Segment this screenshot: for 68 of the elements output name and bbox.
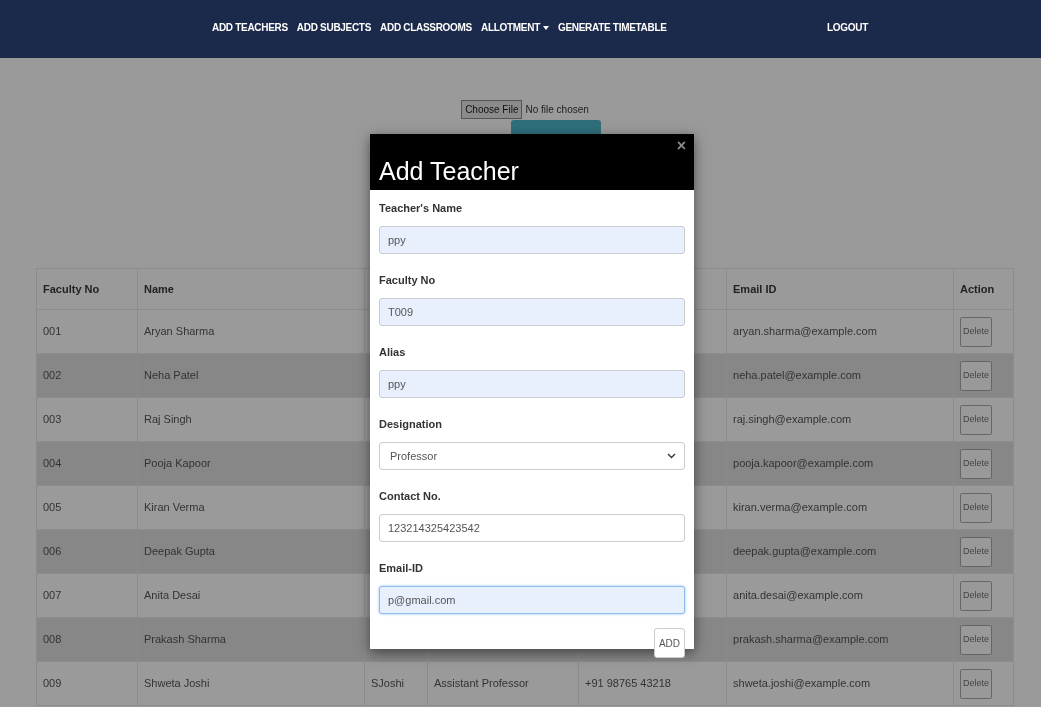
table-cell: SJoshi [364, 661, 428, 706]
field-label: Faculty No [379, 273, 437, 288]
table-cell: Aryan Sharma [137, 309, 365, 354]
delete-button[interactable]: Delete [960, 360, 992, 391]
table-cell: 001 [36, 309, 138, 354]
table-cell: Kiran Verma [137, 485, 365, 530]
table-cell: 002 [36, 353, 138, 398]
delete-button[interactable]: Delete [960, 404, 992, 435]
file-status: No file chosen [525, 103, 589, 117]
table-cell: Neha Patel [137, 353, 365, 398]
table-cell: 004 [36, 441, 138, 486]
caret-icon [542, 25, 549, 30]
table-cell: neha.patel@example.com [726, 353, 954, 398]
table-cell: 007 [36, 573, 138, 618]
table-cell: Prakash Sharma [137, 617, 365, 662]
table-cell: prakash.sharma@example.com [726, 617, 954, 662]
input-field[interactable]: p@gmail.com [379, 586, 685, 614]
table-cell: Shweta Joshi [137, 661, 365, 706]
input-field[interactable]: ppy [379, 370, 685, 398]
delete-button[interactable]: Delete [960, 624, 992, 655]
table-cell: 008 [36, 617, 138, 662]
table-cell: anita.desai@example.com [726, 573, 954, 618]
input-field[interactable]: ppy [379, 226, 685, 254]
table-cell: Anita Desai [137, 573, 365, 618]
designation-select[interactable]: Professor [379, 442, 685, 470]
table-cell: +91 98765 43218 [578, 661, 727, 706]
table-cell: pooja.kapoor@example.com [726, 441, 954, 486]
delete-button[interactable]: Delete [960, 668, 992, 699]
table-cell: raj.singh@example.com [726, 397, 954, 442]
delete-button[interactable]: Delete [960, 536, 992, 567]
field-label: Teacher's Name [379, 201, 464, 216]
column-header: Email ID [726, 268, 954, 310]
table-cell: 009 [36, 661, 138, 706]
table-cell: deepak.gupta@example.com [726, 529, 954, 574]
nav-link[interactable]: ADD TEACHERS [212, 20, 288, 35]
table-cell: Deepak Gupta [137, 529, 365, 574]
choose-file-button[interactable]: Choose File [461, 100, 523, 119]
table-cell: aryan.sharma@example.com [726, 309, 954, 354]
table-cell: Raj Singh [137, 397, 365, 442]
field-label: Designation [379, 417, 443, 432]
chevron-down-icon [667, 453, 676, 459]
logout-link[interactable]: LOGOUT [827, 20, 868, 35]
modal-title: Add Teacher [379, 159, 519, 184]
delete-button[interactable]: Delete [960, 448, 992, 479]
add-button[interactable]: ADD [654, 628, 685, 658]
nav-link[interactable]: ADD SUBJECTS [296, 20, 372, 35]
nav-link[interactable]: GENERATE TIMETABLE [557, 20, 667, 35]
nav-link[interactable]: ADD CLASSROOMS [380, 20, 472, 35]
delete-button[interactable]: Delete [960, 492, 992, 523]
close-button[interactable]: × [676, 138, 686, 154]
input-field[interactable]: 123214325423542 [379, 514, 685, 542]
column-header: Action [953, 268, 1014, 310]
column-header: Faculty No [36, 268, 138, 310]
field-label: Alias [379, 345, 407, 360]
table-cell: Assistant Professor [427, 661, 579, 706]
field-label: Email-ID [379, 561, 424, 576]
table-cell: Pooja Kapoor [137, 441, 365, 486]
delete-button[interactable]: Delete [960, 316, 992, 347]
column-header: Name [137, 268, 365, 310]
table-cell: 006 [36, 529, 138, 574]
table-cell: kiran.verma@example.com [726, 485, 954, 530]
nav-link[interactable]: ALLOTMENT [481, 20, 549, 35]
table-cell: shweta.joshi@example.com [726, 661, 954, 706]
input-field[interactable]: T009 [379, 298, 685, 326]
table-cell: 003 [36, 397, 138, 442]
delete-button[interactable]: Delete [960, 580, 992, 611]
field-label: Contact No. [379, 489, 442, 504]
table-cell: 005 [36, 485, 138, 530]
